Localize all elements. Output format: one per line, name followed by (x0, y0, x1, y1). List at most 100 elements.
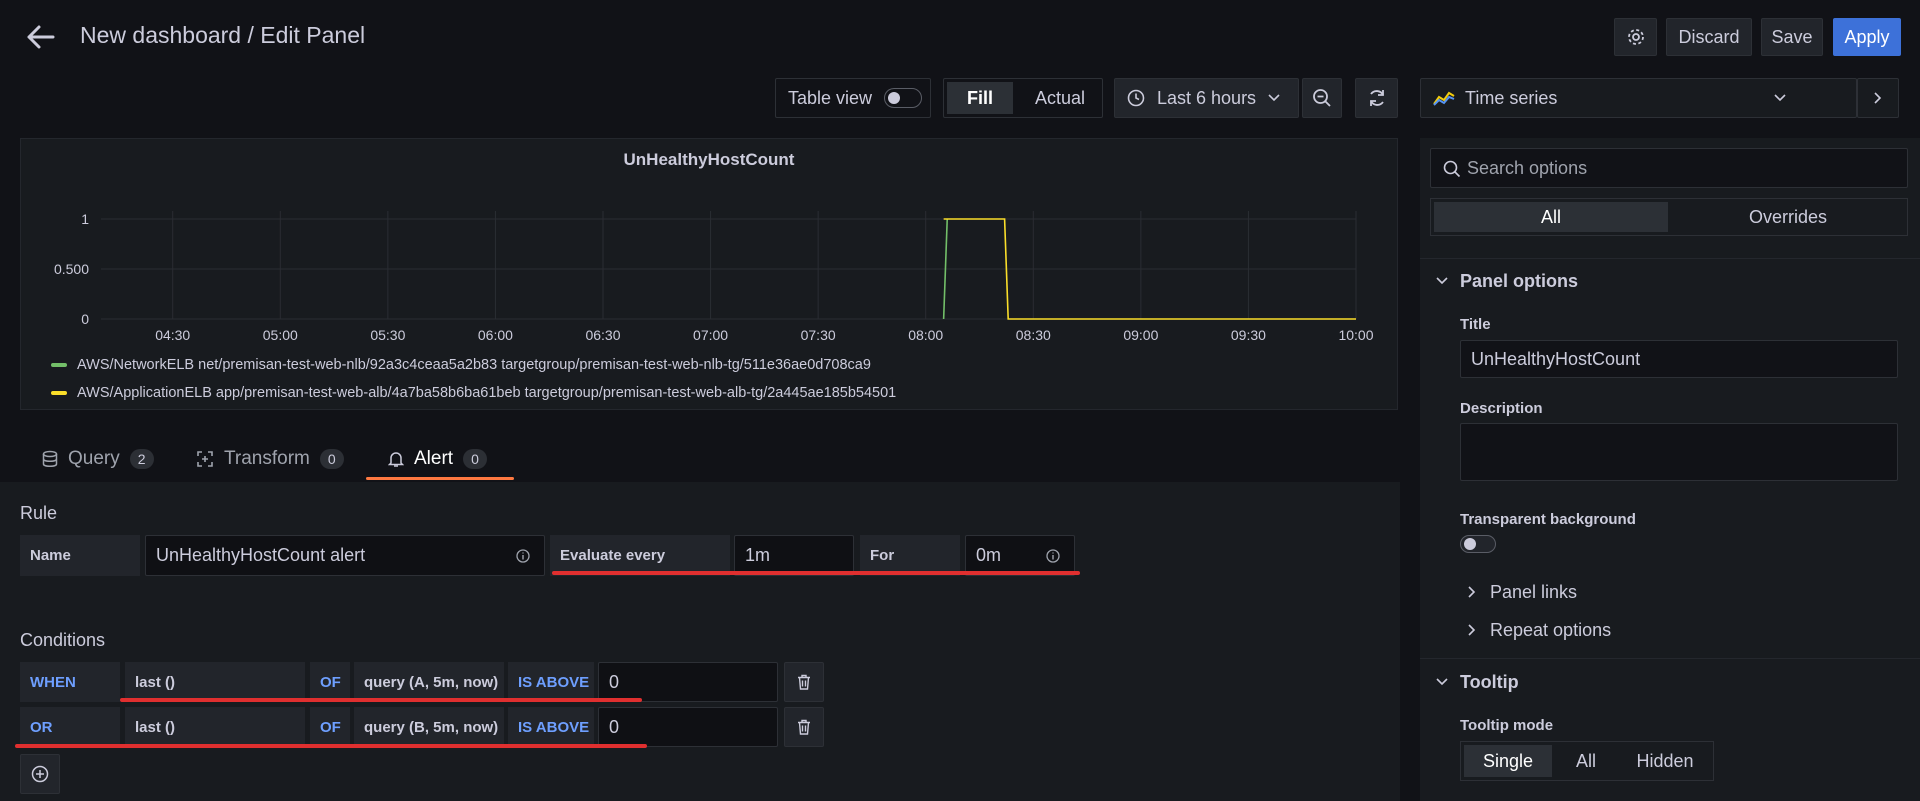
legend: AWS/NetworkELB net/premisan-test-web-nlb… (51, 351, 896, 407)
chevron-right-icon (1874, 92, 1882, 104)
add-condition-button[interactable] (20, 754, 60, 794)
visualization-label: Time series (1465, 87, 1558, 108)
tab-transform[interactable]: Transform 0 (196, 448, 344, 470)
condition-func[interactable]: last () (125, 662, 305, 702)
condition-op-when[interactable]: WHEN (20, 662, 120, 702)
fill-button[interactable]: Fill (947, 82, 1013, 114)
alert-editor: Rule Name UnHealthyHostCount alert Evalu… (0, 482, 1400, 801)
condition-threshold-input[interactable]: 0 (598, 662, 778, 702)
discard-button[interactable]: Discard (1666, 18, 1752, 56)
save-button[interactable]: Save (1761, 18, 1823, 56)
apply-button[interactable]: Apply (1833, 18, 1901, 56)
tab-overrides[interactable]: Overrides (1671, 202, 1905, 232)
refresh-button[interactable] (1355, 78, 1398, 118)
x-tick-label: 09:00 (1123, 327, 1158, 343)
alert-name-value: UnHealthyHostCount alert (156, 545, 366, 565)
conditions-heading: Conditions (20, 630, 106, 650)
visualization-picker[interactable]: Time series (1420, 78, 1857, 118)
transparent-background-switch[interactable] (1460, 535, 1496, 553)
chevron-right-icon (1468, 586, 1476, 598)
tab-all[interactable]: All (1434, 202, 1668, 232)
chevron-down-icon (1268, 94, 1280, 102)
condition-of: OF (310, 662, 350, 702)
actual-button[interactable]: Actual (1020, 82, 1100, 114)
table-view-label: Table view (788, 87, 873, 108)
clock-icon (1127, 89, 1145, 107)
bell-icon (388, 452, 404, 467)
rule-heading: Rule (20, 503, 58, 523)
divider (1420, 658, 1920, 659)
y-tick-label: 0 (81, 311, 89, 327)
condition-threshold-value: 0 (609, 716, 620, 737)
divider (1420, 258, 1920, 259)
switch-icon (884, 88, 923, 108)
options-pane: Search options All Overrides Panel optio… (1420, 138, 1920, 801)
chevron-down-icon (1774, 94, 1786, 102)
tooltip-heading[interactable]: Tooltip (1460, 672, 1519, 693)
repeat-options-toggle[interactable]: Repeat options (1490, 620, 1611, 641)
annotation-underline (15, 744, 647, 748)
name-label: Name (20, 535, 140, 576)
delete-condition-button[interactable] (784, 707, 824, 747)
panel-options-heading[interactable]: Panel options (1460, 271, 1578, 292)
legend-item-application-elb[interactable]: AWS/ApplicationELB app/premisan-test-web… (51, 379, 896, 407)
condition-query[interactable]: query (B, 5m, now) (354, 707, 504, 747)
table-view-toggle[interactable]: Table view (775, 78, 931, 118)
collapse-options-button[interactable] (1857, 78, 1899, 118)
database-icon (42, 450, 58, 467)
for-value: 0m (976, 545, 1002, 565)
x-tick-label: 05:00 (263, 327, 298, 343)
tooltip-mode-label: Tooltip mode (1460, 717, 1554, 734)
condition-comparator[interactable]: IS ABOVE (508, 707, 594, 747)
page-title: New dashboard / Edit Panel (80, 22, 366, 48)
transparent-background-label: Transparent background (1460, 511, 1636, 528)
tab-query[interactable]: Query 2 (42, 448, 154, 470)
evaluate-every-label: Evaluate every (550, 535, 730, 576)
time-range-label: Last 6 hours (1157, 87, 1257, 108)
info-icon (1046, 549, 1060, 563)
zoom-out-button[interactable] (1302, 78, 1342, 118)
x-tick-label: 08:00 (908, 327, 943, 343)
condition-func[interactable]: last () (125, 707, 305, 747)
time-range-picker[interactable]: Last 6 hours (1114, 78, 1299, 118)
fill-actual-group: Fill Actual (943, 78, 1103, 118)
annotation-underline (120, 698, 642, 702)
delete-condition-button[interactable] (784, 662, 824, 702)
condition-comparator[interactable]: IS ABOVE (508, 662, 594, 702)
tab-transform-count: 0 (319, 449, 344, 469)
tab-query-count: 2 (129, 449, 154, 469)
legend-item-network-elb[interactable]: AWS/NetworkELB net/premisan-test-web-nlb… (51, 351, 896, 379)
panel-links-toggle[interactable]: Panel links (1490, 582, 1577, 603)
x-tick-label: 07:30 (801, 327, 836, 343)
search-options-input[interactable]: Search options (1430, 148, 1908, 188)
tab-alert[interactable]: Alert 0 (388, 448, 487, 470)
x-tick-label: 10:00 (1338, 327, 1373, 343)
title-label: Title (1460, 316, 1491, 333)
tooltip-mode-hidden[interactable]: Hidden (1619, 745, 1711, 777)
tab-alert-label: Alert (414, 448, 454, 469)
tooltip-mode-all[interactable]: All (1556, 745, 1616, 777)
chevron-right-icon (1468, 624, 1476, 636)
x-tick-label: 05:30 (370, 327, 405, 343)
legend-label: AWS/NetworkELB net/premisan-test-web-nlb… (77, 357, 871, 373)
condition-op-or[interactable]: OR (20, 707, 120, 747)
refresh-icon (1369, 90, 1384, 106)
description-textarea[interactable] (1460, 423, 1898, 481)
alert-name-input[interactable]: UnHealthyHostCount alert (145, 535, 545, 576)
back-arrow-icon[interactable] (26, 24, 56, 50)
y-tick-label: 1 (81, 211, 89, 227)
tooltip-mode-single[interactable]: Single (1464, 745, 1552, 777)
x-tick-label: 08:30 (1016, 327, 1051, 343)
for-input[interactable]: 0m (965, 535, 1075, 576)
zoom-out-icon (1313, 89, 1331, 107)
condition-threshold-value: 0 (609, 671, 620, 692)
settings-button[interactable] (1614, 18, 1657, 56)
condition-query[interactable]: query (A, 5m, now) (354, 662, 504, 702)
annotation-underline (552, 571, 1080, 575)
search-icon (1443, 160, 1461, 178)
evaluate-every-input[interactable]: 1m (734, 535, 854, 576)
y-tick-label: 0.500 (54, 261, 89, 277)
title-value: UnHealthyHostCount (1471, 348, 1641, 369)
title-input[interactable]: UnHealthyHostCount (1460, 340, 1898, 378)
condition-threshold-input[interactable]: 0 (598, 707, 778, 747)
